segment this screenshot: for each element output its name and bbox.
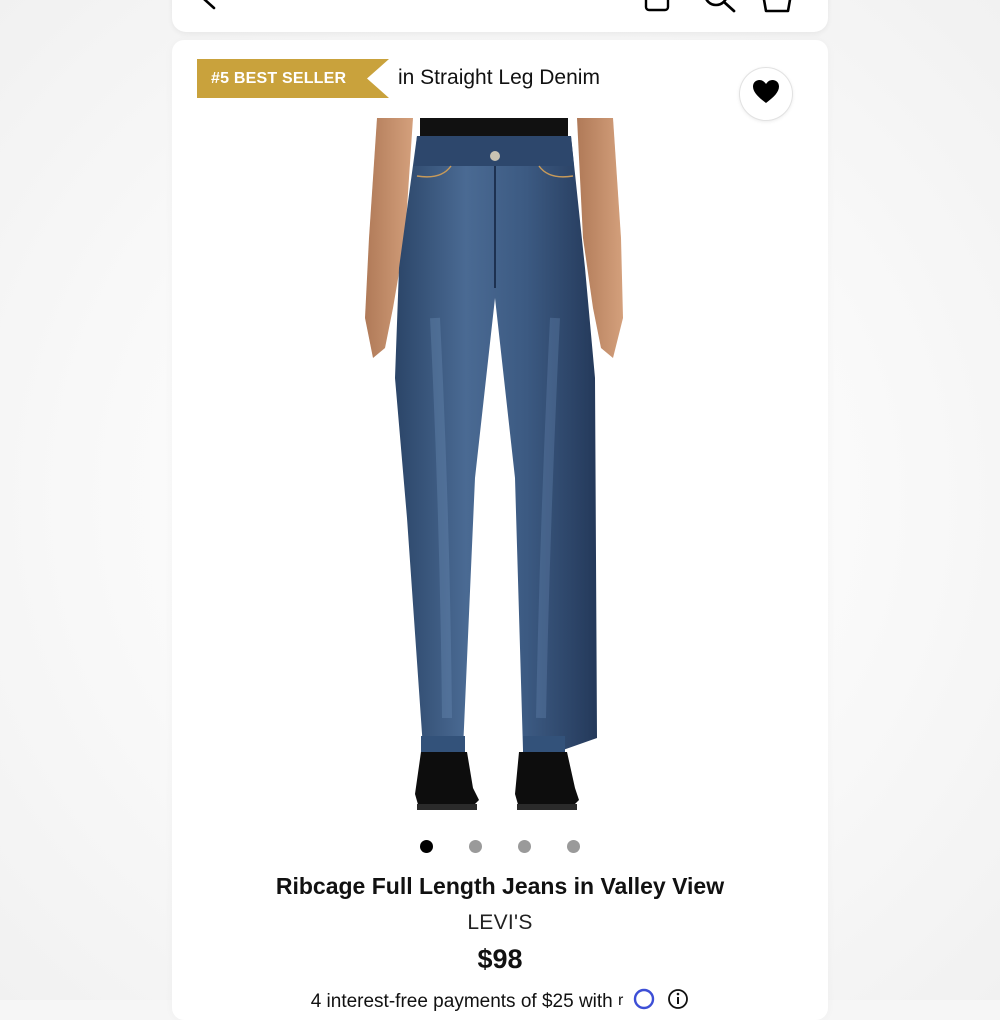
carousel-dot-4[interactable] bbox=[567, 840, 580, 853]
search-icon[interactable] bbox=[702, 0, 738, 19]
wishlist-button[interactable] bbox=[740, 68, 792, 120]
badge-category-link[interactable]: in Straight Leg Denim bbox=[398, 66, 600, 90]
bag-icon[interactable] bbox=[644, 0, 670, 17]
carousel-dots bbox=[420, 840, 590, 854]
installment-text: 4 interest-free payments of $25 with bbox=[310, 991, 613, 1013]
carousel-dot-2[interactable] bbox=[469, 840, 482, 853]
carousel-dot-1[interactable] bbox=[420, 840, 433, 853]
svg-text:r: r bbox=[618, 992, 624, 1009]
product-image[interactable] bbox=[355, 118, 635, 823]
heart-icon bbox=[752, 79, 780, 110]
jeans-illustration bbox=[365, 118, 623, 810]
best-seller-label: #5 BEST SELLER bbox=[211, 69, 347, 87]
info-icon[interactable] bbox=[667, 988, 689, 1016]
best-seller-badge: #5 BEST SELLER bbox=[197, 59, 389, 98]
installment-info: 4 interest-free payments of $25 with r bbox=[172, 988, 828, 1016]
brand-link[interactable]: LEVI'S bbox=[172, 911, 828, 935]
product-title: Ribcage Full Length Jeans in Valley View bbox=[275, 873, 725, 899]
cart-icon[interactable] bbox=[760, 0, 794, 19]
afterpay-icon: r bbox=[618, 988, 662, 1016]
back-icon[interactable] bbox=[200, 0, 222, 15]
carousel-dot-3[interactable] bbox=[518, 840, 531, 853]
product-price: $98 bbox=[477, 944, 523, 974]
